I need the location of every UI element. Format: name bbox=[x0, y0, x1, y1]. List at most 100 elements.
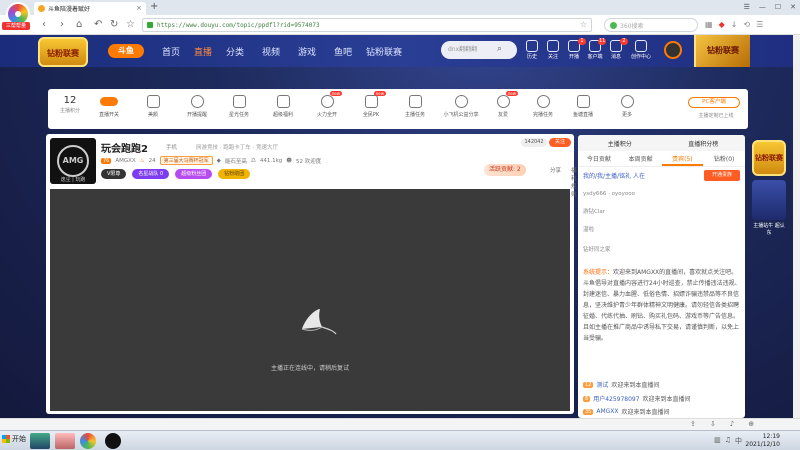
tool-welfare[interactable]: 超级福利 bbox=[266, 95, 300, 118]
tool-firepower[interactable]: 火力全开 new bbox=[310, 91, 344, 118]
tool-star-task[interactable]: 星光任务 bbox=[222, 95, 256, 118]
nav-game[interactable]: 游戏 bbox=[298, 45, 316, 58]
vip-pill[interactable]: V限尊 bbox=[101, 169, 127, 179]
minimize-icon[interactable]: — bbox=[759, 0, 766, 14]
room-avatar[interactable]: AMG 逸尘 | 玩跑 bbox=[50, 138, 96, 184]
nav-video[interactable]: 视频 bbox=[262, 45, 280, 58]
champion-badge[interactable]: 第三届大马赛杯冠军 bbox=[159, 156, 213, 165]
tool-more[interactable]: 更多 bbox=[610, 95, 644, 118]
contribution-tag[interactable]: 活跃贡献: 2 bbox=[484, 164, 526, 176]
home-icon[interactable]: ⌂ bbox=[76, 18, 82, 32]
room-tag: 手机 bbox=[166, 145, 178, 151]
anchor-toolbar: 12 主播积分 直播开关 美颜 开播提醒 星光任务 超级福利 火力全开 new 全… bbox=[48, 89, 748, 129]
network-icon[interactable]: ▥ bbox=[714, 436, 721, 446]
undo-icon[interactable]: ↶ bbox=[94, 18, 102, 32]
tool-live-switch[interactable]: 直播开关 bbox=[92, 95, 126, 118]
taskbar-app-browser[interactable] bbox=[80, 433, 96, 449]
tool-fishpond[interactable]: 鱼塘直播 bbox=[566, 95, 600, 118]
tab-active[interactable]: 斗鱼陪漫着赋好 × bbox=[34, 2, 146, 15]
tab-today[interactable]: 今日贡献 bbox=[578, 153, 620, 166]
star-team-pill[interactable]: 名星战队 0 bbox=[132, 169, 170, 179]
follow-button[interactable]: 关注 bbox=[549, 138, 571, 147]
tab-live-rank[interactable]: 直播积分榜 bbox=[662, 139, 746, 148]
fans-count: 142042 bbox=[521, 138, 547, 147]
share-button[interactable]: 分享 bbox=[550, 166, 561, 174]
download-status-icon[interactable]: ⇩ bbox=[710, 420, 716, 428]
game-icon[interactable]: ◆ bbox=[719, 18, 725, 32]
extension-icon[interactable]: ▦ bbox=[705, 18, 713, 32]
tool-pk[interactable]: 全民PK new bbox=[354, 91, 388, 118]
side-widget[interactable]: 钻粉联赛 主播站牛 超认东 bbox=[752, 140, 786, 250]
super-fans-pill[interactable]: 超级粉丝团 bbox=[175, 169, 213, 179]
refresh-icon[interactable]: ↻ bbox=[110, 18, 118, 32]
anchor-name[interactable]: AMGXX bbox=[115, 158, 135, 164]
pc-client-button[interactable]: PC客户端 bbox=[688, 97, 740, 108]
tab-diamond[interactable]: 钻粉(0) bbox=[703, 153, 745, 166]
welcome-name[interactable]: 测试 bbox=[596, 380, 608, 389]
maximize-icon[interactable]: ☐ bbox=[775, 0, 781, 14]
welcome-name[interactable]: AMGXX bbox=[596, 408, 618, 415]
address-bar[interactable]: https://www.douyu.com/topic/ppdfl?rid=95… bbox=[142, 18, 592, 32]
chat-line: ysdy666 · oyoyooo bbox=[583, 191, 635, 197]
follow-list-button[interactable]: 关注 bbox=[543, 40, 563, 60]
start-button[interactable]: 开始 bbox=[2, 434, 26, 444]
tool-reminder[interactable]: 开播提醒 bbox=[180, 95, 214, 118]
share-icon[interactable]: ⇪ bbox=[690, 420, 696, 428]
download-icon[interactable]: ↓ bbox=[731, 18, 738, 32]
chat-notice[interactable]: 我的/我/主播/铭礼 人在 bbox=[583, 171, 645, 180]
page-scrollbar[interactable] bbox=[793, 35, 800, 418]
gift-icon bbox=[276, 95, 290, 108]
volume-icon[interactable]: ♫ bbox=[725, 436, 731, 446]
site-search-input[interactable]: dnx翻翻翻 bbox=[441, 41, 517, 59]
nav-fishbar[interactable]: 鱼吧 bbox=[334, 45, 352, 58]
viewer-count: 52 欢迎度 bbox=[295, 158, 322, 165]
promo-banner[interactable]: 钻粉联赛 bbox=[694, 35, 750, 67]
star-icon[interactable]: ☆ bbox=[126, 18, 135, 32]
menu-icon[interactable]: ☰ bbox=[756, 18, 763, 32]
league-logo[interactable]: 钻粉联赛 bbox=[38, 37, 88, 67]
nav-category[interactable]: 分类 bbox=[226, 45, 244, 58]
tool-friendship[interactable]: 友爱 new bbox=[486, 91, 520, 118]
close-tab-icon[interactable]: × bbox=[136, 4, 142, 12]
anchor-level[interactable]: 12 主播积分 bbox=[56, 95, 84, 114]
ime-icon[interactable]: 中 bbox=[735, 436, 742, 446]
alarm-icon bbox=[190, 95, 204, 108]
tab-week[interactable]: 本周贡献 bbox=[620, 153, 662, 166]
forward-icon[interactable]: › bbox=[60, 18, 64, 32]
nav-home[interactable]: 首页 bbox=[162, 45, 180, 58]
skin-icon[interactable]: ☰ bbox=[744, 0, 750, 14]
user-avatar[interactable] bbox=[664, 41, 682, 59]
back-icon[interactable]: ‹ bbox=[42, 18, 46, 32]
translate-icon[interactable]: ⟲ bbox=[743, 18, 750, 32]
douyu-logo[interactable]: 斗鱼 bbox=[108, 44, 144, 58]
bookmark-star-icon[interactable]: ☆ bbox=[580, 20, 587, 29]
search-icon[interactable]: ⌕ bbox=[497, 44, 502, 54]
tool-complete-task[interactable]: 完播任务 bbox=[526, 95, 560, 118]
welcome-name[interactable]: 用户425978097 bbox=[593, 394, 639, 403]
taskbar-app-game[interactable] bbox=[30, 433, 50, 449]
waveform-icon bbox=[146, 95, 160, 108]
tool-beauty[interactable]: 美颜 bbox=[136, 95, 170, 118]
video-player[interactable]: 主播正在连线中，请稍后复试 bbox=[50, 189, 570, 411]
tab-vip[interactable]: 贵宾(5) bbox=[661, 153, 704, 166]
zoom-icon[interactable]: ⊕ bbox=[748, 420, 754, 428]
tab-anchor-points[interactable]: 主播积分 bbox=[578, 139, 662, 148]
browser-search-input[interactable]: 360搜索 bbox=[604, 18, 698, 32]
nav-league[interactable]: 钻粉联赛 bbox=[366, 45, 402, 58]
close-window-icon[interactable]: ✕ bbox=[790, 0, 796, 14]
open-noble-button[interactable]: 开通贵族 bbox=[704, 170, 740, 181]
sound-icon[interactable]: ♪ bbox=[730, 420, 734, 428]
welfare-rules-button[interactable]: 福利规则 bbox=[571, 166, 577, 198]
tool-anchor-task[interactable]: 主播任务 bbox=[398, 95, 432, 118]
nav-live[interactable]: 直播 bbox=[194, 45, 212, 58]
taskbar-app-obs[interactable] bbox=[105, 433, 121, 449]
history-button[interactable]: 历史 bbox=[522, 40, 542, 60]
diamond-fans-pill[interactable]: 钻粉助团 bbox=[218, 169, 251, 179]
taskbar-app-character[interactable] bbox=[55, 433, 75, 449]
room-categories[interactable]: 网游竞技 · 跑跑卡丁车 · 竞速大厅 bbox=[196, 143, 278, 151]
welcome-level: 8 bbox=[583, 395, 591, 402]
tool-plane-share[interactable]: 小飞机公益分享 bbox=[436, 95, 486, 118]
creator-center-button[interactable]: 创作中心 bbox=[628, 40, 654, 60]
new-tab-button[interactable]: + bbox=[150, 1, 158, 12]
system-clock[interactable]: 12:19 2021/12/10 bbox=[745, 433, 780, 449]
